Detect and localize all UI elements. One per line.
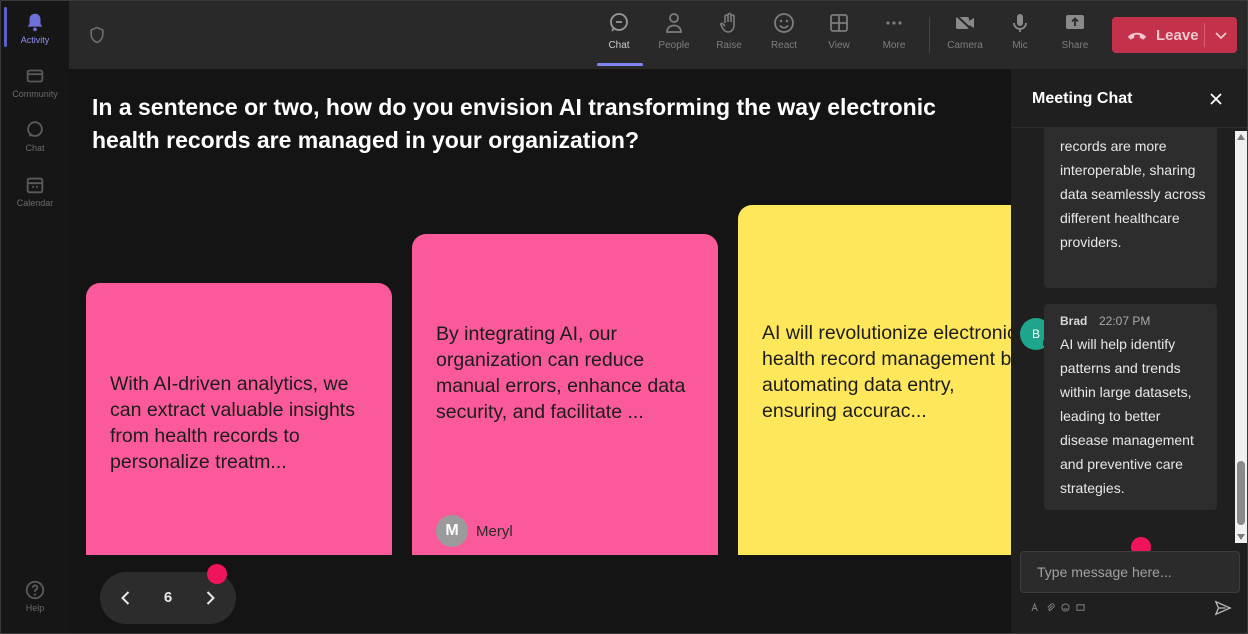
- rail-label: Calendar: [16, 198, 54, 208]
- chat-message: records are more interoperable, sharing …: [1044, 128, 1217, 288]
- mic-button-label: Mic: [1012, 40, 1028, 51]
- hang-up-icon: [1127, 32, 1147, 40]
- hand-icon: [720, 12, 735, 33]
- chat-message-input[interactable]: [1020, 551, 1240, 593]
- react-button[interactable]: React: [757, 11, 811, 51]
- raise-button-label: Raise: [716, 40, 742, 51]
- more-dots-icon: [886, 21, 902, 25]
- message-text: AI will help identify patterns and trend…: [1060, 336, 1194, 496]
- rail-label: Chat: [25, 143, 45, 153]
- response-text: With AI-driven analytics, we can extract…: [110, 373, 355, 473]
- rail-item-help[interactable]: Help: [1, 579, 69, 613]
- chat-button-label: Chat: [608, 40, 630, 51]
- response-author: M Meryl: [436, 515, 513, 547]
- meeting-app: Activity Community Chat Calendar Help Ch…: [0, 0, 1248, 634]
- response-text: AI will revolutionize electronic health …: [762, 322, 1011, 422]
- rail-item-calendar[interactable]: Calendar: [1, 174, 69, 208]
- emoji-icon[interactable]: [1061, 603, 1070, 612]
- rail-item-chat[interactable]: Chat: [1, 119, 69, 153]
- notification-dot: [207, 564, 227, 584]
- leave-button[interactable]: Leave: [1112, 17, 1237, 53]
- attach-icon[interactable]: [1046, 603, 1055, 612]
- more-button[interactable]: More: [867, 11, 921, 51]
- microphone-icon: [1013, 14, 1027, 32]
- gif-icon[interactable]: [1076, 603, 1085, 612]
- chat-icon: [27, 121, 43, 137]
- send-icon[interactable]: [1214, 599, 1232, 617]
- mic-button[interactable]: Mic: [993, 11, 1047, 51]
- camera-button[interactable]: Camera: [938, 11, 992, 51]
- camera-off-icon: [955, 14, 974, 32]
- message-time: 22:07 PM: [1099, 314, 1151, 328]
- chevron-left-icon[interactable]: [116, 588, 136, 608]
- people-icon: [666, 13, 682, 33]
- scroll-thumb[interactable]: [1237, 461, 1245, 525]
- chevron-right-icon[interactable]: [200, 588, 220, 608]
- response-card[interactable]: By integrating AI, our organization can …: [412, 234, 718, 555]
- chat-message: Brad 22:07 PM AI will help identify patt…: [1044, 304, 1217, 510]
- close-icon[interactable]: [1208, 91, 1224, 107]
- view-button-label: View: [828, 40, 850, 51]
- share-button-label: Share: [1061, 40, 1089, 51]
- response-card[interactable]: With AI-driven analytics, we can extract…: [86, 283, 392, 555]
- question-title: In a sentence or two, how do you envisio…: [92, 94, 936, 153]
- rail-label: Activity: [20, 35, 50, 45]
- more-button-label: More: [882, 40, 906, 51]
- grid-view-icon: [830, 14, 848, 32]
- rail-item-activity[interactable]: Activity: [1, 11, 69, 45]
- rail-item-community[interactable]: Community: [1, 65, 69, 99]
- presentation-stage: In a sentence or two, how do you envisio…: [69, 69, 1011, 633]
- leave-divider: [1204, 23, 1205, 47]
- shield-icon[interactable]: [87, 25, 107, 45]
- format-toolbar: [1031, 603, 1085, 612]
- chevron-down-icon[interactable]: [1213, 27, 1229, 43]
- message-sender: Brad: [1060, 314, 1088, 328]
- toolbar-divider: [929, 17, 930, 53]
- people-button-label: People: [658, 40, 690, 51]
- chat-scrollbar[interactable]: [1235, 131, 1247, 543]
- avatar: M: [436, 515, 468, 547]
- scroll-up-arrow[interactable]: [1237, 134, 1245, 140]
- page-number: 6: [163, 589, 173, 606]
- bell-icon: [27, 13, 43, 32]
- author-name: Meryl: [476, 522, 513, 540]
- chat-icon: [610, 13, 628, 32]
- message-text: records are more interoperable, sharing …: [1060, 138, 1206, 250]
- camera-button-label: Camera: [947, 40, 983, 51]
- meeting-toolbar: Chat People Raise React View More Camera: [69, 1, 1247, 69]
- share-screen-icon: [1066, 15, 1084, 29]
- rail-label: Community: [12, 89, 58, 99]
- calendar-icon: [26, 177, 44, 194]
- leave-button-label: Leave: [1156, 26, 1199, 44]
- share-button[interactable]: Share: [1048, 11, 1102, 51]
- chat-messages: records are more interoperable, sharing …: [1011, 128, 1235, 542]
- format-text-icon[interactable]: [1031, 603, 1040, 612]
- community-icon: [26, 69, 44, 83]
- active-tab-underline: [597, 63, 643, 66]
- react-button-label: React: [770, 40, 798, 51]
- chat-button[interactable]: Chat: [592, 11, 646, 51]
- chat-title: Meeting Chat: [1032, 90, 1133, 107]
- smiley-icon: [774, 13, 794, 33]
- scroll-down-arrow[interactable]: [1237, 534, 1245, 540]
- raise-hand-button[interactable]: Raise: [702, 11, 756, 51]
- response-card[interactable]: AI will revolutionize electronic health …: [738, 205, 1011, 555]
- people-button[interactable]: People: [647, 11, 701, 51]
- meeting-chat-panel: Meeting Chat records are more interopera…: [1011, 69, 1247, 633]
- help-icon: [25, 580, 45, 600]
- view-button[interactable]: View: [812, 11, 866, 51]
- rail-label: Help: [25, 603, 45, 613]
- response-text: By integrating AI, our organization can …: [436, 323, 686, 423]
- app-rail: Activity Community Chat Calendar Help: [1, 1, 69, 633]
